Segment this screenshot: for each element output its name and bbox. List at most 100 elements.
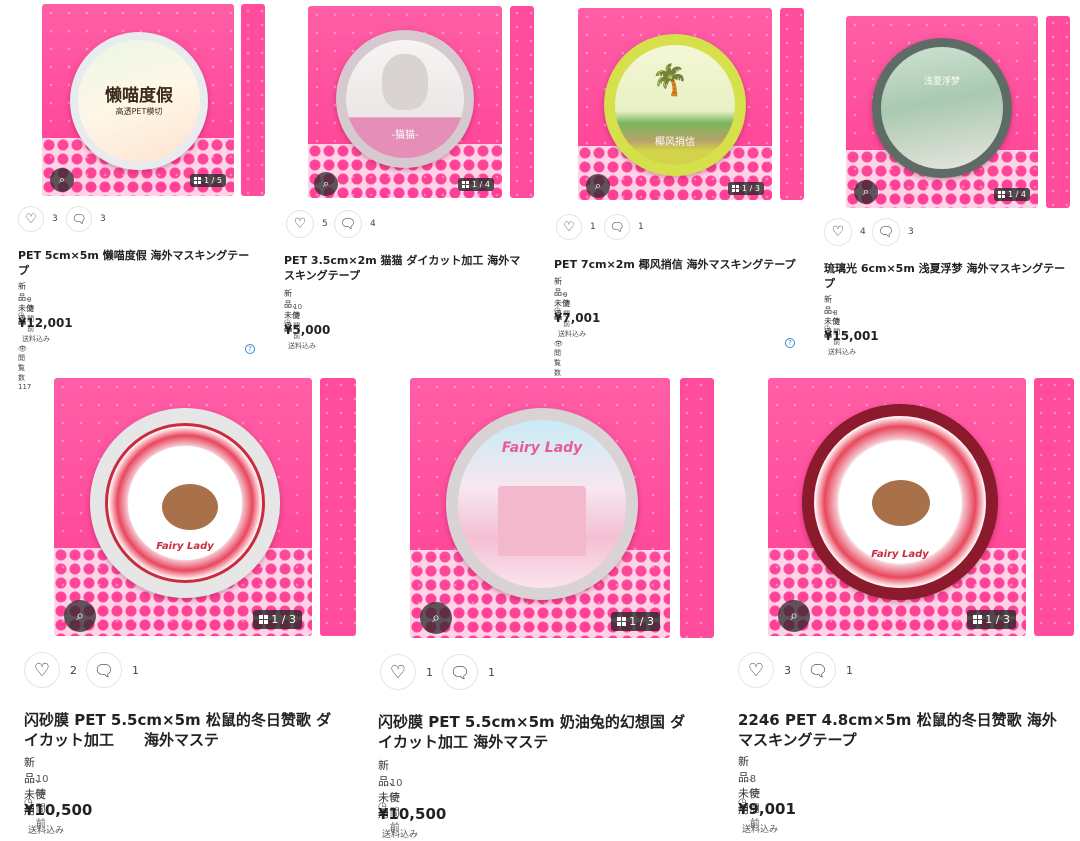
view-count: 👁 閲覧数 117 [18, 345, 32, 391]
heart-icon[interactable]: ♡ [18, 206, 44, 232]
comment-icon[interactable]: 🗨 [334, 210, 362, 238]
next-image-peek[interactable] [780, 8, 804, 200]
next-image-peek[interactable] [510, 6, 534, 198]
image-search-icon[interactable]: ⌕ [586, 174, 610, 198]
like-control[interactable]: ♡ 2 [24, 652, 77, 688]
comment-count: 3 [100, 214, 106, 224]
gallery-grid-icon [732, 185, 740, 192]
heart-icon[interactable]: ♡ [286, 210, 314, 238]
palm-tree-icon: 🌴 [651, 63, 689, 98]
product-image[interactable]: -猫猫- ⌕ 1 / 4 [308, 6, 502, 198]
comment-icon[interactable]: 🗨 [800, 652, 836, 688]
comment-control[interactable]: 🗨 1 [800, 652, 853, 688]
like-control[interactable]: ♡ 1 [556, 214, 596, 240]
comment-control[interactable]: 🗨 3 [872, 218, 914, 246]
tape-print-text: -猫猫- [391, 130, 419, 142]
product-image[interactable]: 浅夏浮梦 ⌕ 1 / 4 [846, 16, 1038, 208]
image-counter: 1 / 3 [253, 610, 302, 629]
comment-count: 1 [488, 665, 495, 679]
eye-icon: 👁 [18, 345, 27, 353]
heart-icon[interactable]: ♡ [556, 214, 582, 240]
like-control[interactable]: ♡ 1 [380, 654, 433, 690]
image-search-icon[interactable]: ⌕ [420, 602, 452, 634]
comment-count: 1 [132, 663, 139, 677]
comment-count: 1 [846, 663, 853, 677]
gallery-grid-icon [462, 181, 470, 188]
gallery-grid-icon [259, 615, 269, 624]
product-title[interactable]: 闪砂膜 PET 5.5cm×5m 松鼠的冬日赞歌 ダイカット加工 海外マステ [24, 710, 344, 751]
product-image[interactable]: Fairy Lady ⌕ 1 / 3 [410, 378, 670, 638]
comment-count: 3 [908, 227, 914, 237]
heart-icon[interactable]: ♡ [24, 652, 60, 688]
like-control[interactable]: ♡ 4 [824, 218, 866, 246]
like-count: 3 [784, 663, 791, 677]
product-title[interactable]: PET 5cm×5m 懒喵度假 海外マスキングテープ [18, 249, 254, 279]
image-search-icon[interactable]: ⌕ [64, 600, 96, 632]
gallery-grid-icon [194, 177, 202, 184]
heart-icon[interactable]: ♡ [380, 654, 416, 690]
help-icon[interactable]: ? [245, 344, 255, 354]
product-title[interactable]: PET 7cm×2m 椰风捎信 海外マスキングテープ [554, 258, 804, 273]
next-image-peek[interactable] [320, 378, 356, 636]
tape-print-text: 浅夏浮梦 [923, 76, 960, 87]
price: ¥10,500送料込み [378, 805, 447, 840]
tape-print-text: 椰风捎信 [655, 137, 695, 149]
comment-icon[interactable]: 🗨 [604, 214, 630, 240]
comment-icon[interactable]: 🗨 [872, 218, 900, 246]
image-search-icon[interactable]: ⌕ [50, 168, 74, 192]
next-image-peek[interactable] [680, 378, 714, 638]
comment-control[interactable]: 🗨 4 [334, 210, 376, 238]
like-count: 1 [590, 222, 596, 232]
product-title[interactable]: PET 3.5cm×2m 猫猫 ダイカット加工 海外マスキングテープ [284, 254, 524, 284]
comment-control[interactable]: 🗨 3 [66, 206, 106, 232]
price: ¥5,000送料込み [284, 323, 331, 350]
comment-icon[interactable]: 🗨 [66, 206, 92, 232]
product-image[interactable]: 🌴 椰风捎信 ⌕ 1 / 3 [578, 8, 772, 200]
comment-control[interactable]: 🗨 1 [86, 652, 139, 688]
help-icon[interactable]: ? [785, 338, 795, 348]
image-counter: 1 / 3 [611, 612, 660, 631]
next-image-peek[interactable] [1046, 16, 1070, 208]
image-search-icon[interactable]: ⌕ [778, 600, 810, 632]
price: ¥10,500送料込み [24, 801, 93, 836]
comment-control[interactable]: 🗨 1 [442, 654, 495, 690]
like-count: 2 [70, 663, 77, 677]
gallery-grid-icon [973, 615, 983, 624]
product-title[interactable]: 2246 PET 4.8cm×5m 松鼠的冬日赞歌 海外マスキングテープ [738, 710, 1058, 751]
tape-print-subtext: 高透PET模切 [115, 106, 163, 116]
image-counter: 1 / 5 [190, 174, 226, 187]
product-title[interactable]: 闪砂膜 PET 5.5cm×5m 奶油兔的幻想国 ダイカット加工 海外マステ [378, 712, 698, 753]
next-image-peek[interactable] [241, 4, 265, 196]
image-search-icon[interactable]: ⌕ [314, 172, 338, 196]
heart-icon[interactable]: ♡ [738, 652, 774, 688]
price: ¥12,001送料込み [18, 316, 73, 343]
tape-print-text: 懒喵度假 [105, 86, 173, 107]
like-control[interactable]: ♡ 5 [286, 210, 328, 238]
comment-icon[interactable]: 🗨 [442, 654, 478, 690]
comment-count: 4 [370, 219, 376, 229]
next-image-peek[interactable] [1034, 378, 1074, 636]
tape-print-text: Fairy Lady [501, 440, 583, 457]
product-image[interactable]: Fairy Lady ⌕ 1 / 3 [768, 378, 1026, 636]
image-counter: 1 / 3 [967, 610, 1016, 629]
image-counter: 1 / 3 [728, 182, 764, 195]
like-control[interactable]: ♡ 3 [18, 206, 58, 232]
like-count: 3 [52, 214, 58, 224]
comment-control[interactable]: 🗨 1 [604, 214, 644, 240]
like-control[interactable]: ♡ 3 [738, 652, 791, 688]
price: ¥15,001送料込み [824, 329, 879, 356]
product-title[interactable]: 琉璃光 6cm×5m 浅夏浮梦 海外マスキングテープ [824, 262, 1068, 292]
price: ¥9,001送料込み [738, 800, 796, 835]
image-counter: 1 / 4 [458, 178, 494, 191]
tape-print-text: Fairy Lady [871, 549, 929, 561]
comment-icon[interactable]: 🗨 [86, 652, 122, 688]
image-search-icon[interactable]: ⌕ [854, 180, 878, 204]
heart-icon[interactable]: ♡ [824, 218, 852, 246]
image-counter: 1 / 4 [994, 188, 1030, 201]
product-image[interactable]: Fairy Lady ⌕ 1 / 3 [54, 378, 312, 636]
gallery-grid-icon [998, 191, 1006, 198]
product-image[interactable]: 懒喵度假 高透PET模切 ⌕ 1 / 5 [42, 4, 234, 196]
like-count: 4 [860, 227, 866, 237]
gallery-grid-icon [617, 617, 627, 626]
eye-icon: 👁 [554, 340, 563, 348]
